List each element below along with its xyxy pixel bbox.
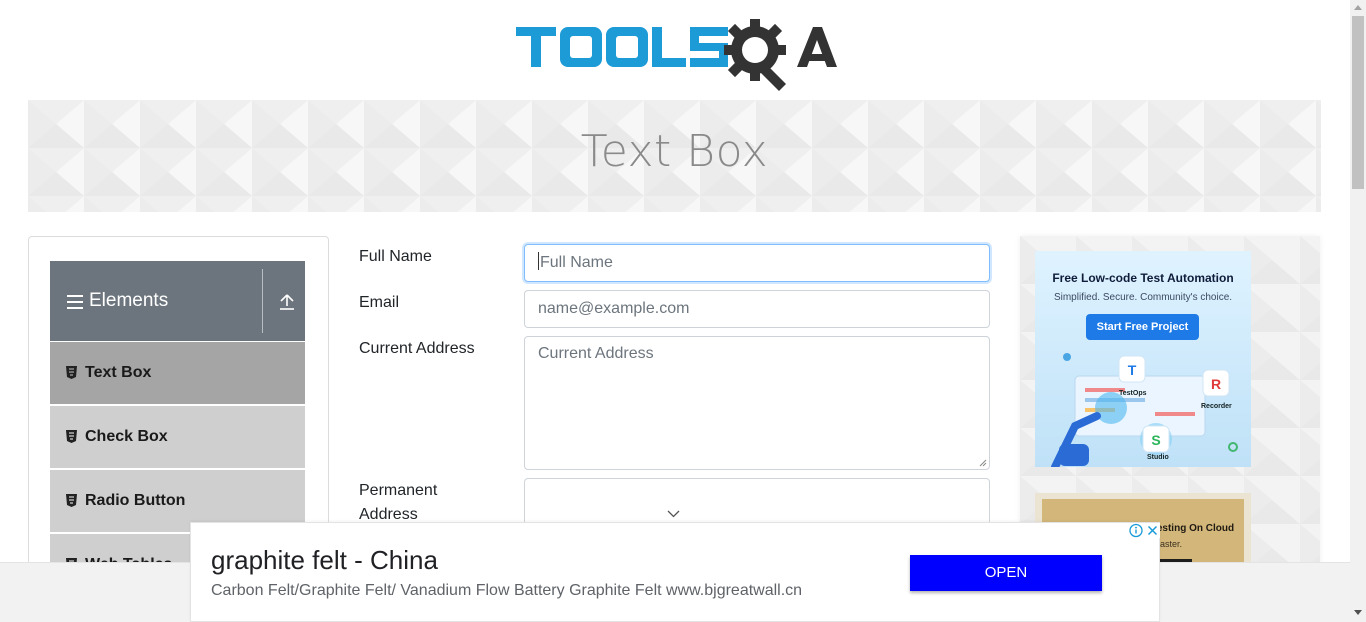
- vertical-scrollbar[interactable]: [1350, 0, 1366, 622]
- bottom-ad-headline[interactable]: graphite felt - China: [211, 545, 438, 576]
- sidebar-item-label: Text Box: [85, 364, 152, 381]
- current-address-placeholder: Current Address: [538, 345, 654, 362]
- ad-headline: Free Low-code Test Automation: [1052, 271, 1234, 285]
- ad-label-testops: TestOps: [1119, 390, 1147, 397]
- header-divider: [262, 269, 263, 333]
- html5-icon: [66, 494, 77, 507]
- email-placeholder: name@example.com: [538, 300, 690, 317]
- resize-grip-icon[interactable]: [979, 459, 987, 467]
- chevron-down-icon[interactable]: [667, 510, 680, 518]
- page-title: Text Box: [580, 126, 769, 177]
- ad-label-studio: Studio: [1147, 454, 1169, 461]
- bottom-ad-banner[interactable]: graphite felt - China Carbon Felt/Graphi…: [190, 522, 1160, 622]
- svg-text:S: S: [1151, 432, 1160, 448]
- current-address-textarea[interactable]: Current Address: [524, 336, 990, 470]
- full-name-label: Full Name: [359, 248, 432, 265]
- ad-subline: Simplified. Secure. Community's choice.: [1053, 292, 1233, 303]
- email-input[interactable]: name@example.com: [524, 290, 990, 328]
- email-label: Email: [359, 294, 400, 311]
- permanent-address-label-line1: Permanent: [359, 482, 438, 499]
- sidebar-item-label: Radio Button: [85, 492, 186, 509]
- upload-arrow-icon[interactable]: [278, 293, 296, 311]
- scroll-up-arrow-icon[interactable]: [1354, 5, 1362, 10]
- sidebar-group-elements[interactable]: Elements: [50, 261, 305, 341]
- current-address-label: Current Address: [359, 340, 475, 357]
- svg-text:T: T: [1128, 362, 1137, 378]
- sidebar-item-label: Check Box: [85, 428, 168, 445]
- katalon-ad[interactable]: Free Low-code Test Automation Simplified…: [1035, 251, 1251, 467]
- svg-text:R: R: [1211, 376, 1221, 392]
- full-name-placeholder: Full Name: [540, 254, 613, 271]
- page: Text Box Elements Text Box Check Box Rad…: [0, 0, 1366, 622]
- close-icon[interactable]: [1145, 523, 1160, 538]
- scroll-down-arrow-icon[interactable]: [1354, 610, 1362, 615]
- scrollbar-thumb[interactable]: [1352, 16, 1364, 189]
- html5-icon: [66, 430, 77, 443]
- page-banner: Text Box: [28, 100, 1321, 212]
- sidebar-item-text-box[interactable]: Text Box: [50, 342, 305, 404]
- ad-info-icon[interactable]: [1128, 523, 1144, 538]
- sidebar-group-title: Elements: [89, 290, 169, 311]
- text-caret: [538, 252, 539, 270]
- toolsqa-logo[interactable]: [515, 14, 839, 92]
- sidebar-item-check-box[interactable]: Check Box: [50, 406, 305, 468]
- bottom-ad-open-button[interactable]: OPEN: [910, 555, 1102, 591]
- ad-start-button[interactable]: Start Free Project: [1086, 314, 1199, 340]
- hamburger-icon: [67, 295, 83, 309]
- html5-icon: [66, 366, 77, 379]
- bottom-ad-description: Carbon Felt/Graphite Felt/ Vanadium Flow…: [211, 582, 803, 599]
- ad-label-recorder: Recorder: [1201, 403, 1232, 410]
- full-name-input[interactable]: Full Name: [524, 244, 990, 282]
